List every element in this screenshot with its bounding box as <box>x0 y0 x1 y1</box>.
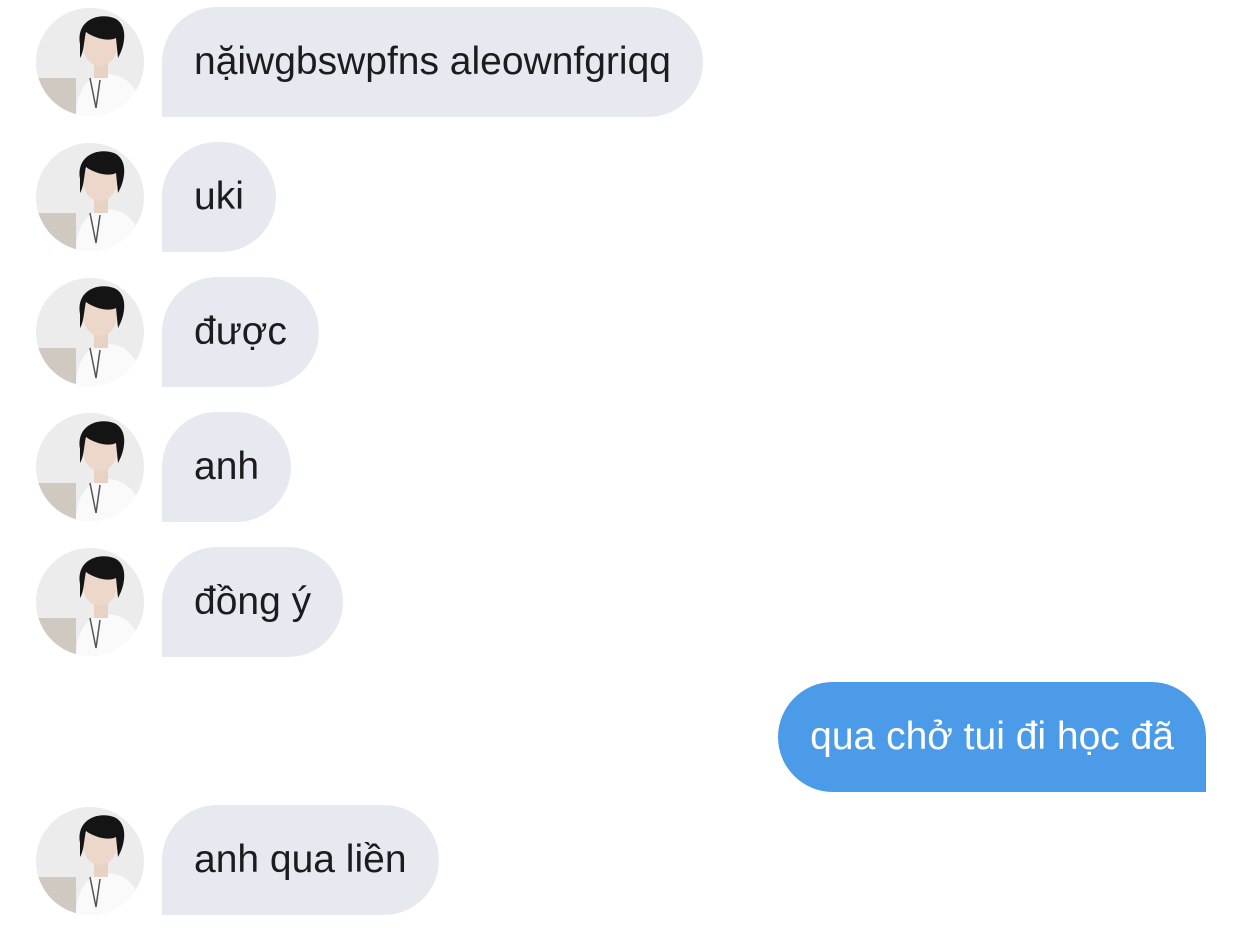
avatar-photo-icon <box>36 143 144 251</box>
message-text: anh qua liền <box>194 838 407 881</box>
avatar-photo-icon <box>36 8 144 116</box>
avatar[interactable] <box>36 278 144 386</box>
message-bubble-incoming[interactable]: anh <box>162 412 292 522</box>
message-bubble-incoming[interactable]: được <box>162 277 319 387</box>
message-bubble-incoming[interactable]: uki <box>162 142 276 252</box>
message-text: được <box>194 310 287 353</box>
message-bubble-incoming[interactable]: đồng ý <box>162 547 344 657</box>
message-bubble-incoming[interactable]: nặiwgbswpfns aleownfgriqq <box>162 7 703 117</box>
message-text: qua chở tui đi học đã <box>810 715 1174 758</box>
message-bubble-outgoing[interactable]: qua chở tui đi học đã <box>778 682 1206 792</box>
avatar[interactable] <box>36 413 144 521</box>
message-text: anh <box>194 445 260 488</box>
avatar-photo-icon <box>36 807 144 915</box>
message-text: uki <box>194 175 244 218</box>
avatar[interactable] <box>36 8 144 116</box>
avatar[interactable] <box>36 807 144 915</box>
avatar-photo-icon <box>36 278 144 386</box>
message-text: nặiwgbswpfns aleownfgriqq <box>194 40 671 83</box>
avatar[interactable] <box>36 548 144 656</box>
message-text: đồng ý <box>194 580 312 623</box>
avatar-photo-icon <box>36 548 144 656</box>
message-bubble-incoming[interactable]: anh qua liền <box>162 805 439 915</box>
avatar[interactable] <box>36 143 144 251</box>
avatar-photo-icon <box>36 413 144 521</box>
